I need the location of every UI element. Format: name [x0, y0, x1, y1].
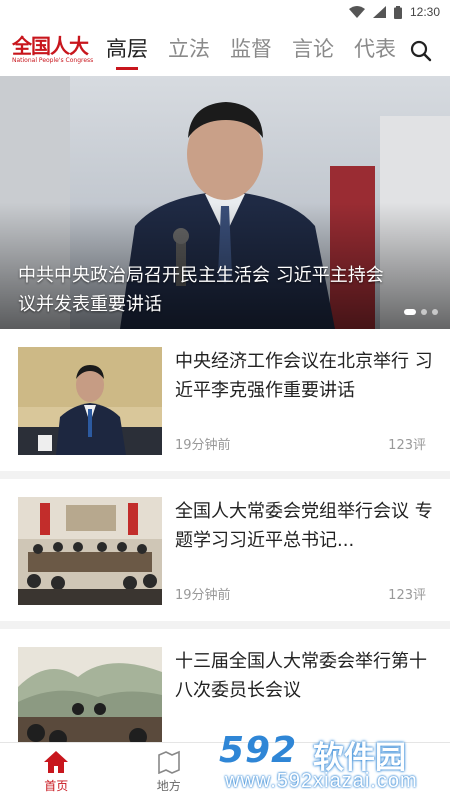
wifi-icon	[348, 6, 365, 18]
logo-title: 全国人大	[12, 34, 89, 58]
news-comment-count[interactable]: 123评	[388, 434, 426, 453]
hero-banner[interactable]: 中共中央政治局召开民主生活会 习近平主持会议并发表重要讲话	[0, 76, 450, 329]
news-title: 十三届全国人大常委会举行第十八次委员长会议	[175, 651, 427, 701]
news-thumbnail	[18, 497, 162, 605]
nav-local[interactable]: 地方	[113, 743, 226, 800]
news-item[interactable]: 全国人大常委会党组举行会议 专题学习习近平总书记... 19分钟前 123评	[0, 479, 450, 621]
nav-local-label: 地方	[156, 779, 181, 793]
tab-daibiao[interactable]: 代表	[354, 24, 396, 76]
status-time: 12:30	[409, 5, 440, 19]
news-thumbnail	[18, 647, 162, 755]
tab-gaoceng[interactable]: 高层	[106, 24, 148, 76]
nav-home[interactable]: 首页	[0, 743, 113, 800]
carousel-dot[interactable]	[432, 309, 438, 315]
carousel-dot[interactable]	[421, 309, 427, 315]
tab-lifa[interactable]: 立法	[168, 24, 210, 76]
npc-logo[interactable]: 全国人大 National People's Congress	[0, 35, 96, 65]
news-item[interactable]: 中央经济工作会议在北京举行 习近平李克强作重要讲话 19分钟前 123评	[0, 329, 450, 471]
logo-subtitle: National People's Congress	[12, 57, 94, 64]
news-comment-count[interactable]: 123评	[388, 584, 426, 603]
tab-yanlun[interactable]: 言论	[292, 24, 334, 76]
tab-jiandu[interactable]: 监督	[230, 24, 272, 76]
nav-item-3[interactable]	[225, 743, 338, 800]
signal-icon	[372, 6, 386, 18]
status-bar: 12:30	[0, 0, 450, 24]
top-header: 全国人大 National People's Congress 高层 立法 监督…	[0, 24, 450, 76]
news-time: 19分钟前	[175, 438, 231, 453]
home-icon	[44, 751, 69, 773]
bottom-nav: 首页 地方	[0, 742, 450, 800]
battery-icon	[393, 5, 402, 19]
news-title: 全国人大常委会党组举行会议 专题学习习近平总书记...	[175, 501, 433, 551]
news-thumbnail	[18, 347, 162, 455]
search-icon[interactable]	[410, 40, 432, 62]
news-title: 中央经济工作会议在北京举行 习近平李克强作重要讲话	[175, 351, 433, 401]
app-screen: 12:30 全国人大 National People's Congress 高层…	[0, 0, 450, 800]
nav-item-4[interactable]	[338, 743, 450, 800]
carousel-dot[interactable]	[404, 309, 416, 315]
nav-home-label: 首页	[44, 779, 69, 793]
news-time: 19分钟前	[175, 588, 231, 603]
channel-tabs: 高层 立法 监督 言论 代表	[106, 24, 396, 76]
carousel-indicator	[404, 309, 438, 315]
hero-caption: 中共中央政治局召开民主生活会 习近平主持会议并发表重要讲话	[18, 265, 384, 315]
map-icon	[157, 750, 180, 774]
